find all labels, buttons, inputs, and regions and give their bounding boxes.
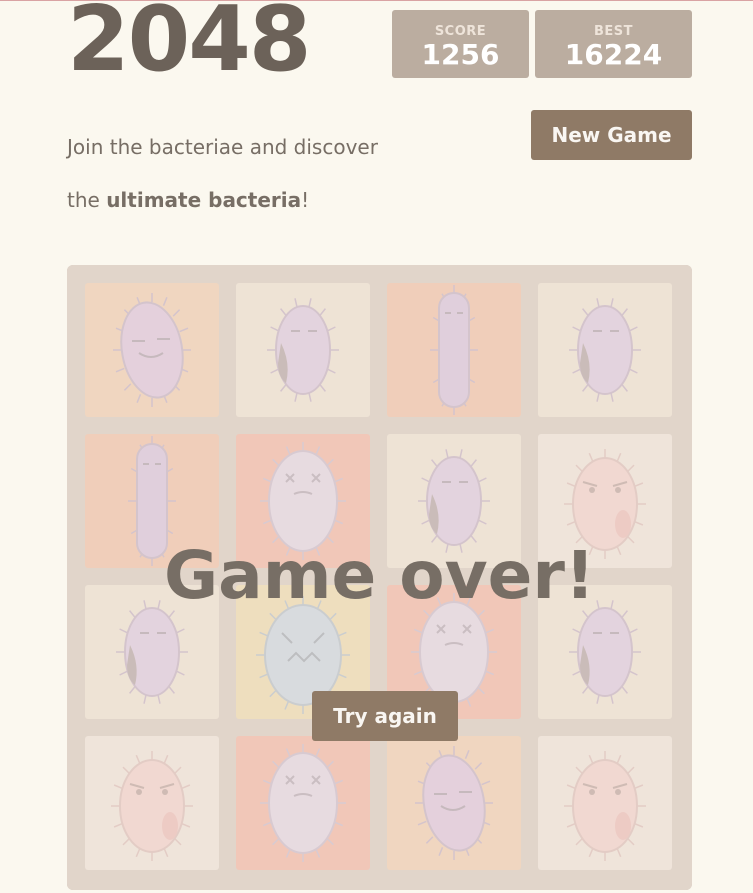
- game-title: 2048: [67, 0, 311, 92]
- game-over-overlay: Game over! Try again: [67, 265, 692, 890]
- try-again-button[interactable]: Try again: [312, 691, 458, 741]
- intro-line-1: Join the bacteriae and discover: [67, 135, 378, 159]
- intro-line-2-prefix: the: [67, 188, 107, 212]
- best-value: 16224: [564, 38, 663, 71]
- intro-line-2: the ultimate bacteria!: [67, 174, 378, 227]
- intro-line-2-suffix: !: [301, 188, 310, 212]
- score-box: SCORE 1256: [392, 10, 529, 78]
- new-game-button[interactable]: New Game: [531, 110, 692, 160]
- best-box: BEST 16224: [535, 10, 692, 78]
- score-label: SCORE: [434, 24, 487, 39]
- intro-text: Join the bacteriae and discover the ulti…: [67, 121, 378, 227]
- best-label: BEST: [593, 24, 634, 39]
- intro-highlight: ultimate bacteria: [106, 188, 302, 212]
- game-over-message: Game over!: [164, 537, 595, 614]
- score-value: 1256: [421, 38, 500, 71]
